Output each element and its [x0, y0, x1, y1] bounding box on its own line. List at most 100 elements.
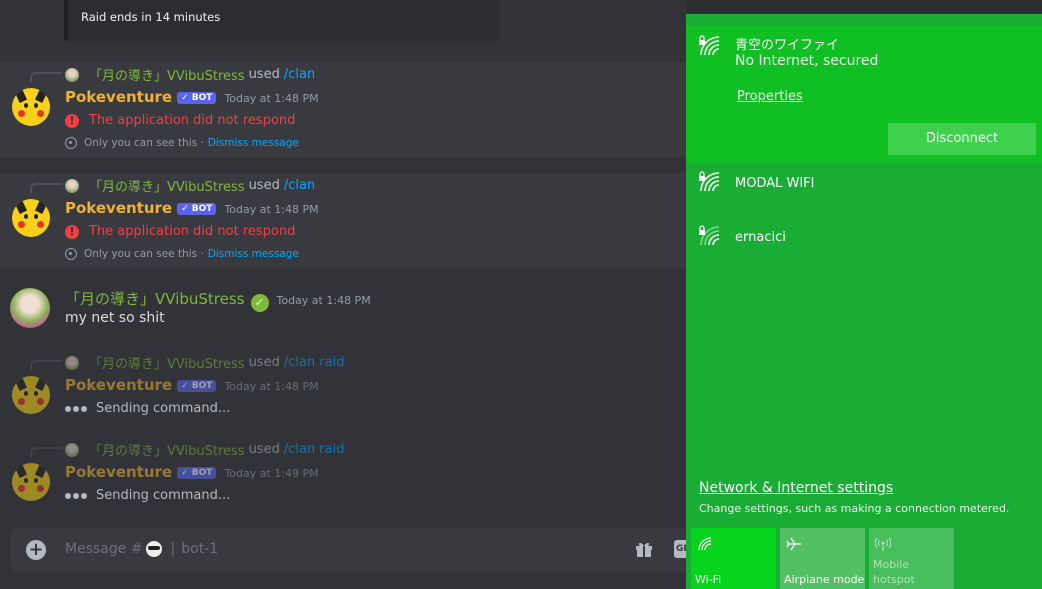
loading-dots-icon: [65, 492, 89, 499]
raid-timer-text: Raid ends in 14 minutes: [81, 10, 221, 24]
reply-used-text: used: [248, 355, 280, 370]
reply-connector: [30, 360, 62, 370]
message-header: Pokeventure ✓ BOT Today at 1:48 PM: [65, 199, 319, 217]
reply-connector: [30, 183, 62, 193]
message-header: Pokeventure ✓ BOT Today at 1:49 PM: [65, 463, 319, 481]
reply-reference[interactable]: 「月の導き」VVibuStress used /clan: [65, 176, 315, 195]
reply-username[interactable]: 「月の導き」VVibuStress: [89, 176, 245, 195]
sending-status: Sending command...: [65, 401, 230, 416]
sending-text: Sending command...: [96, 401, 231, 416]
reply-reference[interactable]: 「月の導き」VVibuStress used /clan: [65, 65, 315, 84]
ephemeral-text: Only you can see this ·: [84, 137, 204, 149]
network-name: MODAL WIFI: [735, 176, 815, 191]
network-item-modal-wifi[interactable]: MODAL WIFI: [686, 164, 1042, 214]
chat-panel: Raid ends in 14 minutes 「月の導き」VVibuStres…: [0, 0, 688, 589]
window-top-strip: [686, 0, 1042, 14]
network-flyout: 青空のワイファイ No Internet, secured Properties…: [686, 14, 1042, 589]
timestamp[interactable]: Today at 1:48 PM: [277, 294, 371, 307]
message-item[interactable]: 「月の導き」VVibuStress used /clan Pokeventure…: [0, 173, 686, 268]
wifi-toggle-button[interactable]: Wi-Fi: [691, 528, 776, 589]
bot-avatar[interactable]: [12, 88, 50, 126]
reply-connector: [30, 447, 62, 457]
reply-command[interactable]: /clan: [284, 67, 315, 82]
network-item-ernacici[interactable]: ernacici: [686, 218, 1042, 268]
hotspot-icon: [875, 537, 891, 551]
message-text: my net so shit: [65, 310, 165, 326]
airplane-icon: [786, 537, 801, 551]
reply-avatar: [65, 442, 79, 457]
error-text: The application did not respond: [89, 224, 296, 239]
error-icon: !: [65, 224, 79, 239]
eye-icon: [65, 248, 77, 260]
timestamp[interactable]: Today at 1:49 PM: [224, 467, 318, 480]
error-line: ! The application did not respond: [65, 224, 295, 239]
ephemeral-note: Only you can see this · Dismiss message: [65, 137, 299, 149]
reply-reference[interactable]: 「月の導き」VVibuStress used /clan raid: [65, 440, 344, 459]
airplane-mode-button[interactable]: Airplane mode: [780, 528, 865, 589]
airplane-mode-label: Airplane mode: [784, 573, 865, 586]
mobile-hotspot-button[interactable]: Mobile hotspot: [869, 528, 954, 589]
wifi-secured-icon: [699, 35, 720, 56]
reply-avatar: [65, 178, 79, 193]
network-name: ernacici: [735, 230, 786, 245]
reply-command[interactable]: /clan raid: [284, 442, 345, 457]
wifi-toggle-label: Wi-Fi: [695, 573, 722, 586]
message-item[interactable]: 「月の導き」VVibuStress used /clan raid Pokeve…: [0, 350, 686, 422]
loading-dots-icon: [65, 405, 89, 412]
message-header: Pokeventure ✓ BOT Today at 1:48 PM: [65, 88, 319, 106]
reply-reference[interactable]: 「月の導き」VVibuStress used /clan raid: [65, 353, 344, 372]
message-item[interactable]: 「月の導き」VVibuStress ✓ Today at 1:48 PM my …: [0, 284, 686, 334]
bot-avatar[interactable]: [12, 199, 50, 237]
add-attachment-button[interactable]: +: [26, 540, 46, 560]
reply-command[interactable]: /clan raid: [284, 355, 345, 370]
disconnect-button[interactable]: Disconnect: [888, 123, 1036, 155]
leaf-badge-icon: ✓: [250, 294, 269, 312]
network-status: No Internet, secured: [735, 53, 879, 69]
mobile-hotspot-label: Mobile hotspot: [873, 558, 915, 586]
dismiss-message-link[interactable]: Dismiss message: [208, 137, 299, 149]
ephemeral-note: Only you can see this · Dismiss message: [65, 248, 299, 260]
author-name[interactable]: 「月の導き」VVibuStress: [65, 288, 245, 309]
author-name[interactable]: Pokeventure: [65, 463, 172, 481]
reply-username[interactable]: 「月の導き」VVibuStress: [89, 353, 245, 372]
network-item-connected[interactable]: 青空のワイファイ No Internet, secured Properties…: [686, 26, 1042, 163]
ephemeral-text: Only you can see this ·: [84, 248, 204, 260]
message-item[interactable]: 「月の導き」VVibuStress used /clan Pokeventure…: [0, 62, 686, 157]
bot-tag: ✓ BOT: [177, 467, 217, 479]
network-settings-link[interactable]: Network & Internet settings: [699, 480, 893, 496]
message-item[interactable]: 「月の導き」VVibuStress used /clan raid Pokeve…: [0, 437, 686, 509]
bot-tag: ✓ BOT: [177, 92, 217, 104]
placeholder-separator: |: [170, 541, 176, 557]
channel-emoji-icon: [145, 541, 162, 557]
timestamp[interactable]: Today at 1:48 PM: [224, 203, 318, 216]
timestamp[interactable]: Today at 1:48 PM: [224, 92, 318, 105]
reply-username[interactable]: 「月の導き」VVibuStress: [89, 65, 245, 84]
bot-avatar[interactable]: [12, 463, 50, 501]
reply-used-text: used: [248, 67, 280, 82]
message-header: 「月の導き」VVibuStress ✓ Today at 1:48 PM: [65, 288, 371, 312]
wifi-icon: [698, 537, 712, 551]
dismiss-message-link[interactable]: Dismiss message: [208, 248, 299, 260]
sending-text: Sending command...: [96, 488, 231, 503]
message-composer[interactable]: + Message # | bot-1 GI: [10, 528, 688, 572]
error-icon: !: [65, 113, 79, 128]
properties-link[interactable]: Properties: [737, 89, 803, 104]
wifi-secured-weak-icon: [699, 225, 720, 246]
bot-avatar[interactable]: [12, 376, 50, 414]
wifi-secured-icon: [699, 171, 720, 192]
message-input[interactable]: Message # | bot-1: [65, 541, 218, 557]
reply-command[interactable]: /clan: [284, 178, 315, 193]
bot-tag: ✓ BOT: [177, 380, 217, 392]
author-name[interactable]: Pokeventure: [65, 88, 172, 106]
reply-used-text: used: [248, 442, 280, 457]
placeholder-channel: bot-1: [181, 541, 219, 557]
placeholder-prefix: Message #: [65, 541, 143, 557]
author-name[interactable]: Pokeventure: [65, 376, 172, 394]
user-avatar[interactable]: [10, 288, 50, 328]
timestamp[interactable]: Today at 1:48 PM: [224, 380, 318, 393]
raid-embed: Raid ends in 14 minutes: [64, 0, 500, 41]
reply-used-text: used: [248, 178, 280, 193]
author-name[interactable]: Pokeventure: [65, 199, 172, 217]
gift-icon[interactable]: [635, 540, 653, 558]
reply-username[interactable]: 「月の導き」VVibuStress: [89, 440, 245, 459]
